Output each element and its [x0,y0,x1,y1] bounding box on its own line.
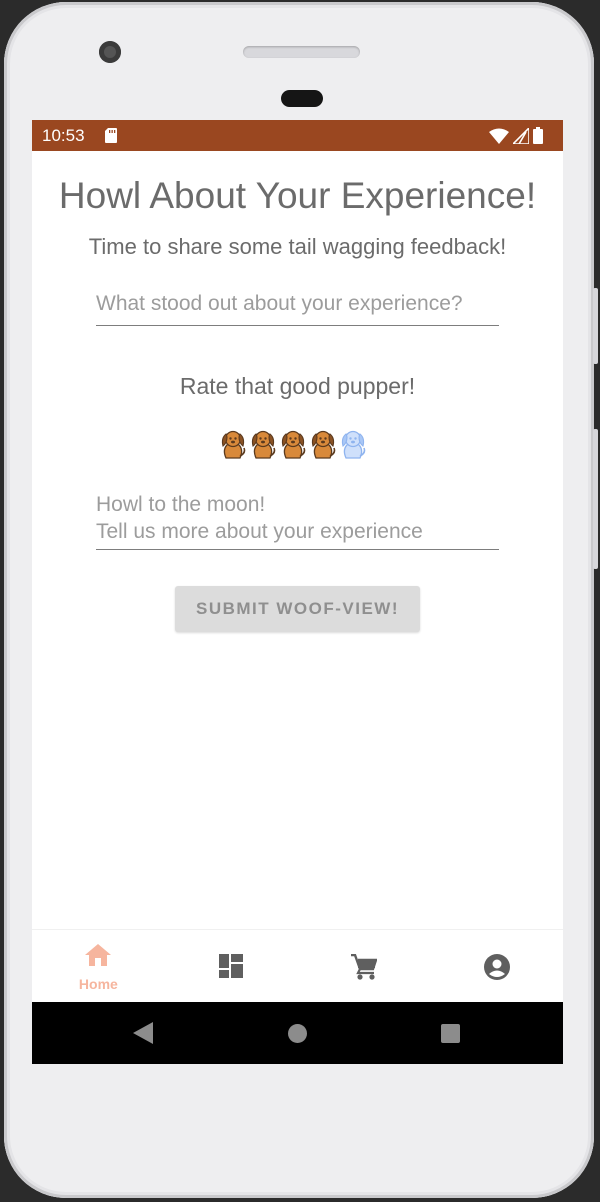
battery-icon [533,127,543,144]
home-icon [85,944,112,966]
nav-home[interactable]: Home [32,930,165,1003]
sd-card-icon [105,128,117,143]
earpiece-speaker [243,46,360,58]
volume-button [593,429,598,569]
rating-label: Rate that good pupper! [179,373,416,399]
nav-account[interactable] [430,930,563,1003]
headline-field[interactable] [96,287,499,326]
dog-rating-empty-icon[interactable] [339,429,367,459]
screen: 10:53 Howl About Your Experience! Time t… [32,120,563,1064]
rating-bar[interactable] [219,429,367,459]
signal-icon [513,127,529,144]
details-input[interactable] [96,491,499,547]
front-camera [99,41,121,63]
page-subtitle: Time to share some tail wagging feedback… [88,234,507,259]
dog-rating-filled-icon[interactable] [219,429,247,459]
system-navigation-bar [32,1002,563,1064]
bottom-navigation: Home [32,929,563,1003]
nav-dashboard[interactable] [165,930,298,1003]
headline-input[interactable] [96,287,499,321]
home-circle-icon[interactable] [288,1024,307,1043]
status-bar: 10:53 [32,120,563,151]
cart-icon [350,954,377,980]
feedback-form: Howl About Your Experience! Time to shar… [32,151,563,929]
nav-home-label: Home [78,976,118,992]
back-icon[interactable] [133,1022,153,1044]
status-time: 10:53 [42,126,85,145]
dog-rating-filled-icon[interactable] [249,429,277,459]
submit-button[interactable]: SUBMIT WOOF-VIEW! [175,586,420,632]
dashboard-icon [219,954,244,978]
details-field[interactable] [96,491,499,550]
recents-icon[interactable] [441,1024,460,1043]
proximity-sensor [281,90,323,107]
dog-rating-filled-icon[interactable] [279,429,307,459]
wifi-icon [489,128,509,144]
nav-cart[interactable] [298,930,431,1003]
dog-rating-filled-icon[interactable] [309,429,337,459]
status-icons [489,127,543,144]
account-icon [483,954,510,980]
page-title: Howl About Your Experience! [58,175,537,216]
power-button [593,288,598,364]
